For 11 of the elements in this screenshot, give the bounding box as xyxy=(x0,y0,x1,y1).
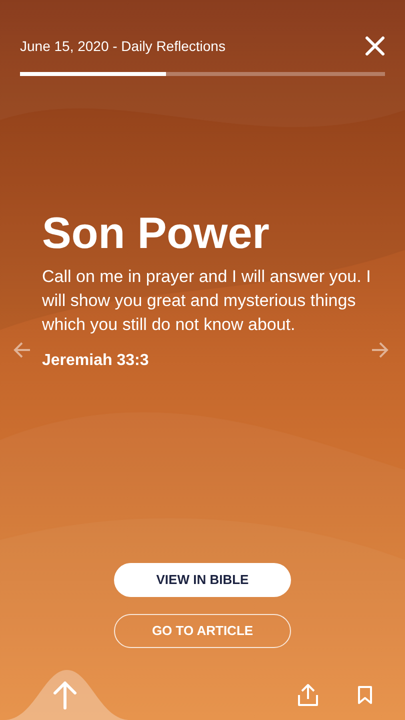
previous-arrow-icon[interactable] xyxy=(12,341,32,359)
share-icon[interactable] xyxy=(297,683,319,707)
bookmark-icon[interactable] xyxy=(357,685,373,705)
view-in-bible-button[interactable]: VIEW IN BIBLE xyxy=(114,563,291,597)
close-button[interactable] xyxy=(363,34,387,58)
devotion-title: Son Power xyxy=(42,208,270,260)
header-title: June 15, 2020 - Daily Reflections xyxy=(20,36,226,56)
swipe-up-tab[interactable] xyxy=(4,670,130,720)
verse-reference: Jeremiah 33:3 xyxy=(42,351,150,371)
next-arrow-icon[interactable] xyxy=(370,341,390,359)
verse-text: Call on me in prayer and I will answer you. I will show you great and mysterious things which you still do not know about. xyxy=(42,266,372,336)
